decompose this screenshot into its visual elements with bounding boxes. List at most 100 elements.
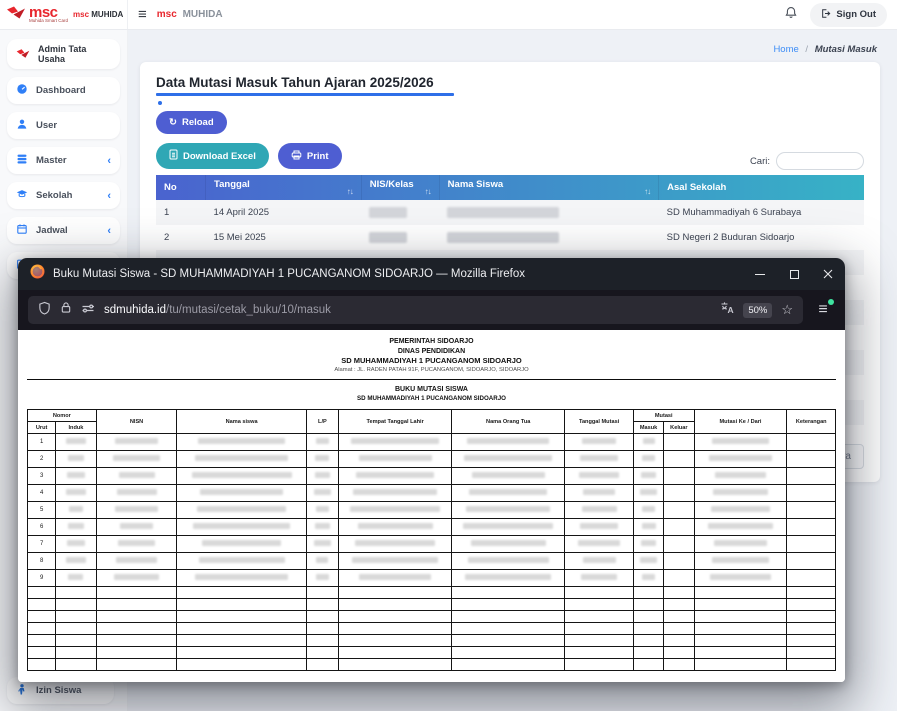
redacted-nis bbox=[369, 207, 407, 218]
buku-data-row: 5 bbox=[28, 502, 836, 519]
redacted-cell bbox=[68, 455, 83, 461]
search-input[interactable] bbox=[776, 152, 864, 170]
redacted-cell bbox=[314, 489, 331, 495]
student-permit-icon bbox=[16, 683, 28, 698]
zoom-level-badge[interactable]: 50% bbox=[743, 303, 772, 318]
chevron-left-icon: ‹ bbox=[107, 155, 111, 167]
lock-icon bbox=[60, 301, 72, 319]
redacted-cell bbox=[582, 506, 617, 512]
redacted-cell bbox=[116, 557, 157, 563]
breadcrumb-home-link[interactable]: Home bbox=[773, 44, 798, 55]
buku-data-row: 9 bbox=[28, 570, 836, 587]
permissions-icon bbox=[81, 301, 95, 319]
minimize-icon bbox=[755, 274, 765, 275]
column-header-asal-sekolah[interactable]: Asal Sekolah bbox=[659, 175, 864, 200]
redacted-cell bbox=[711, 506, 771, 512]
translate-icon[interactable]: A bbox=[720, 301, 734, 319]
redacted-cell bbox=[468, 557, 549, 563]
redacted-cell bbox=[195, 574, 287, 580]
download-excel-button[interactable]: Download Excel bbox=[156, 143, 269, 169]
bookmark-star-icon[interactable]: ☆ bbox=[781, 302, 793, 318]
window-title: Buku Mutasi Siswa - SD MUHAMMADIYAH 1 PU… bbox=[53, 268, 525, 280]
sidebar-item-dashboard[interactable]: Dashboard bbox=[7, 77, 120, 104]
chevron-left-icon: ‹ bbox=[107, 225, 111, 237]
redacted-cell bbox=[350, 506, 440, 512]
redacted-cell bbox=[467, 438, 549, 444]
redacted-cell bbox=[463, 523, 553, 529]
redacted-cell bbox=[197, 506, 287, 512]
sign-out-button[interactable]: Sign Out bbox=[810, 3, 887, 27]
column-header-no[interactable]: No bbox=[156, 175, 206, 200]
sidebar-item-master[interactable]: Master ‹ bbox=[7, 147, 120, 174]
redacted-cell bbox=[710, 574, 772, 580]
column-header-nis-kelas[interactable]: NIS/Kelas↑↓ bbox=[361, 175, 439, 200]
redacted-cell bbox=[316, 557, 328, 563]
doc-department-line: DINAS PENDIDIKAN bbox=[18, 347, 845, 357]
sidebar-toggle-icon[interactable]: ≡ bbox=[138, 7, 147, 22]
sign-out-icon bbox=[821, 8, 831, 22]
doc-divider bbox=[27, 379, 836, 380]
buku-empty-row bbox=[28, 647, 836, 659]
url-bar[interactable]: sdmuhida.id/tu/mutasi/cetak_buku/10/masu… bbox=[28, 296, 803, 324]
buku-empty-row bbox=[28, 599, 836, 611]
redacted-cell bbox=[113, 455, 159, 461]
redacted-cell bbox=[66, 557, 86, 563]
user-icon bbox=[16, 118, 28, 133]
breadcrumb-current: Mutasi Masuk bbox=[815, 44, 877, 55]
notifications-bell-icon[interactable] bbox=[785, 6, 797, 24]
header-masuk: Masuk bbox=[633, 422, 663, 434]
table-row: 215 Mei 2025SD Negeri 2 Buduran Sidoarjo bbox=[156, 225, 864, 250]
topbar-actions: Sign Out bbox=[785, 3, 887, 27]
app-menu-button[interactable]: ≡ bbox=[809, 302, 837, 318]
redacted-cell bbox=[315, 523, 330, 529]
buku-empty-row bbox=[28, 659, 836, 671]
print-button[interactable]: Print bbox=[278, 143, 342, 169]
sidebar-item-jadwal[interactable]: Jadwal ‹ bbox=[7, 217, 120, 244]
redacted-cell bbox=[192, 472, 292, 478]
column-header-tanggal[interactable]: Tanggal↑↓ bbox=[206, 175, 362, 200]
page-title: Data Mutasi Masuk Tahun Ajaran 2025/2026 bbox=[156, 75, 864, 90]
redacted-cell bbox=[714, 540, 766, 546]
close-button[interactable] bbox=[811, 258, 845, 290]
maximize-icon bbox=[790, 270, 799, 279]
redacted-cell bbox=[471, 540, 546, 546]
breadcrumb-separator: / bbox=[805, 44, 808, 55]
redacted-cell bbox=[353, 489, 437, 495]
search-label: Cari: bbox=[750, 156, 770, 167]
buku-data-row: 1 bbox=[28, 434, 836, 451]
redacted-cell bbox=[356, 472, 434, 478]
redacted-cell bbox=[642, 574, 655, 580]
menu-hamburger-icon: ≡ bbox=[818, 301, 827, 318]
redacted-cell bbox=[115, 506, 159, 512]
sidebar-profile-card[interactable]: Admin Tata Usaha bbox=[7, 39, 120, 69]
maximize-button[interactable] bbox=[777, 258, 811, 290]
firefox-titlebar[interactable]: Buku Mutasi Siswa - SD MUHAMMADIYAH 1 PU… bbox=[18, 258, 845, 290]
redacted-cell bbox=[314, 540, 330, 546]
update-available-dot bbox=[828, 299, 834, 305]
app-logo[interactable]: msc Muhida Smart Card msc MUHIDA bbox=[0, 0, 128, 29]
excel-file-icon bbox=[169, 149, 178, 163]
redacted-cell bbox=[580, 455, 617, 461]
firefox-logo-icon bbox=[30, 264, 45, 284]
redacted-cell bbox=[114, 574, 159, 580]
close-icon bbox=[823, 269, 833, 279]
redacted-cell bbox=[355, 540, 436, 546]
redacted-cell bbox=[640, 489, 656, 495]
redacted-cell bbox=[583, 489, 615, 495]
minimize-button[interactable] bbox=[743, 258, 777, 290]
redacted-cell bbox=[316, 506, 329, 512]
title-underline bbox=[156, 93, 454, 96]
redacted-cell bbox=[117, 489, 157, 495]
doc-title: BUKU MUTASI SISWA bbox=[18, 385, 845, 394]
redacted-cell bbox=[472, 472, 545, 478]
column-header-nama-siswa[interactable]: Nama Siswa↑↓ bbox=[439, 175, 658, 200]
sidebar-item-sekolah[interactable]: Sekolah ‹ bbox=[7, 182, 120, 209]
redacted-cell bbox=[315, 472, 331, 478]
logo-tagline: Muhida Smart Card bbox=[29, 19, 68, 24]
buku-mutasi-table: Nomor NISN Nama siswa L/P Tempat Tanggal… bbox=[27, 409, 836, 671]
redacted-cell bbox=[641, 472, 656, 478]
redacted-cell bbox=[715, 472, 766, 478]
reload-button[interactable]: ↻ Reload bbox=[156, 111, 227, 134]
sidebar-item-user[interactable]: User bbox=[7, 112, 120, 139]
logo-wordmark: msc bbox=[29, 6, 68, 19]
